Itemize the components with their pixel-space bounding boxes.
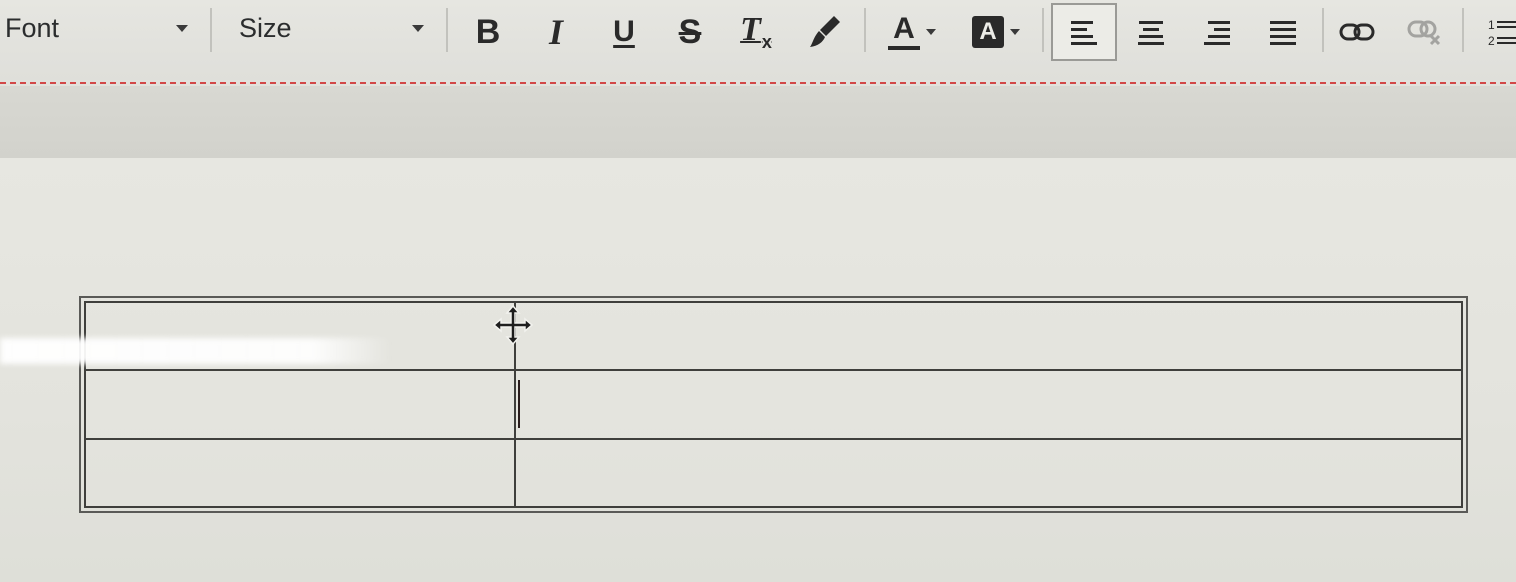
- text-color-glyph: A: [893, 12, 915, 45]
- table-cell[interactable]: [514, 300, 1463, 372]
- table-row: [84, 437, 1463, 509]
- svg-text:1: 1: [1488, 18, 1495, 32]
- clear-format-glyph: T: [740, 11, 761, 49]
- align-justify-button[interactable]: [1256, 6, 1310, 58]
- align-right-button[interactable]: [1190, 6, 1244, 58]
- unlink-icon: [1407, 20, 1441, 46]
- toolbar-separator: [864, 8, 866, 52]
- background-color-glyph: A: [979, 18, 997, 45]
- screen-glare: [0, 338, 392, 364]
- link-icon: [1339, 23, 1375, 41]
- chevron-down-icon: [1010, 29, 1020, 35]
- clear-format-icon: Tx: [740, 13, 772, 51]
- strikethrough-button[interactable]: S: [663, 6, 717, 58]
- format-painter-button[interactable]: [797, 6, 851, 58]
- strikethrough-icon: S: [678, 13, 702, 51]
- background-color-icon: A: [972, 16, 1004, 48]
- font-dropdown-label: Font: [5, 12, 60, 43]
- underline-button[interactable]: U: [597, 6, 651, 58]
- italic-icon: I: [548, 12, 563, 52]
- link-button[interactable]: [1330, 6, 1384, 58]
- align-left-icon: [1071, 21, 1097, 45]
- text-caret: [518, 380, 520, 428]
- size-dropdown[interactable]: Size: [239, 8, 424, 48]
- background-color-button[interactable]: A: [962, 6, 1030, 58]
- paintbrush-icon: [810, 16, 840, 47]
- table-cell[interactable]: [84, 437, 516, 509]
- align-left-button[interactable]: [1051, 3, 1117, 61]
- table-grid: [84, 300, 1463, 509]
- underline-icon: U: [613, 15, 635, 48]
- editor-table[interactable]: [79, 296, 1468, 513]
- unlink-button[interactable]: [1398, 6, 1452, 58]
- table-cell[interactable]: [514, 437, 1463, 509]
- toolbar-separator: [1322, 8, 1324, 52]
- chevron-down-icon: [926, 29, 936, 35]
- size-dropdown-label: Size: [239, 12, 292, 43]
- toolbar-separator: [1042, 8, 1044, 52]
- clear-format-sub: x: [761, 31, 772, 52]
- svg-text:2: 2: [1488, 34, 1495, 48]
- align-center-icon: [1138, 21, 1164, 45]
- bold-icon: B: [475, 13, 501, 51]
- bold-button[interactable]: B: [461, 6, 515, 58]
- numbered-list-button[interactable]: 1 2: [1478, 6, 1516, 58]
- toolbar-separator: [1462, 8, 1464, 52]
- chevron-down-icon: [412, 24, 424, 32]
- editor-toolbar: Font Size B I U S Tx A A 1 2: [0, 0, 1516, 80]
- align-justify-icon: [1270, 21, 1296, 45]
- table-cell[interactable]: [84, 369, 516, 440]
- table-row: [84, 369, 1463, 440]
- clear-format-button[interactable]: Tx: [729, 6, 783, 58]
- move-cursor-icon: [492, 304, 534, 346]
- toolbar-separator: [210, 8, 212, 52]
- chevron-down-icon: [176, 24, 188, 32]
- text-color-icon: A: [888, 14, 920, 50]
- text-color-button[interactable]: A: [878, 6, 946, 58]
- table-cell[interactable]: [514, 369, 1463, 440]
- align-center-button[interactable]: [1124, 6, 1178, 58]
- editor-margin: [0, 86, 1516, 158]
- font-dropdown[interactable]: Font: [5, 8, 188, 48]
- italic-button[interactable]: I: [529, 6, 583, 58]
- numbered-list-icon: 1 2: [1488, 18, 1516, 48]
- page-break-line: [0, 82, 1516, 84]
- align-right-icon: [1204, 21, 1230, 45]
- toolbar-separator: [446, 8, 448, 52]
